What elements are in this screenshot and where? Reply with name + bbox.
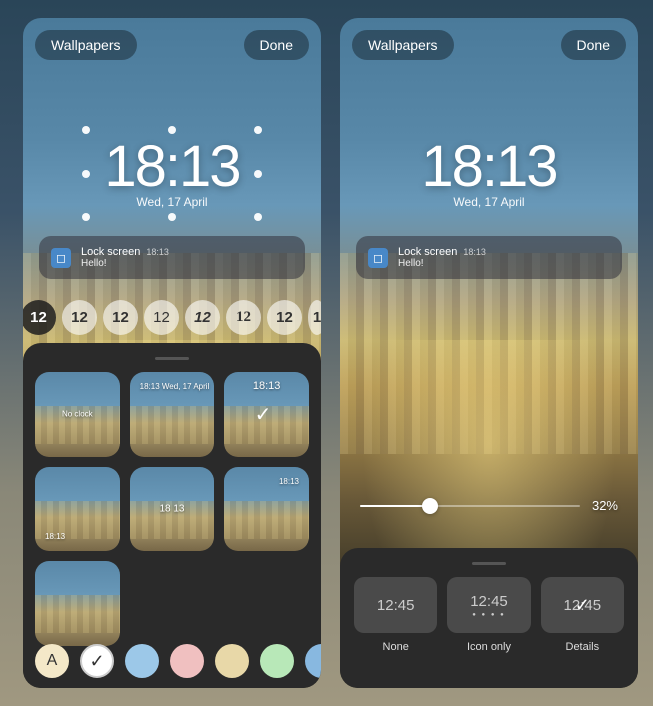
handle-right-center[interactable] xyxy=(254,170,262,178)
font-option[interactable]: 1 xyxy=(308,300,321,335)
notification-style-row: 12:45 None 12:45 ● ● ● ● Icon only 12:45… xyxy=(354,577,624,653)
phone-right-preview: Wallpapers Done 18:13 Wed, 17 April ◻ Lo… xyxy=(340,18,638,688)
clock-style-panel: No clock 18:13 Wed, 17 April 18:13 ✓ 18:1… xyxy=(23,343,321,688)
handle-top-right[interactable] xyxy=(254,126,262,134)
noti-preview: 12:45 ✓ xyxy=(541,577,624,633)
topbar: Wallpapers Done xyxy=(352,30,626,60)
handle-top-center[interactable] xyxy=(168,126,176,134)
clock-time: 18:13 xyxy=(340,133,638,200)
handle-bottom-right[interactable] xyxy=(254,213,262,221)
notification-app-name: Lock screen xyxy=(81,246,140,258)
clock-layout-grid: No clock 18:13 Wed, 17 April 18:13 ✓ 18:1… xyxy=(35,372,309,646)
font-option[interactable]: 12 xyxy=(185,300,220,335)
topbar: Wallpapers Done xyxy=(35,30,309,60)
notification-style-panel: 12:45 None 12:45 ● ● ● ● Icon only 12:45… xyxy=(340,548,638,688)
font-option[interactable]: 12 xyxy=(62,300,97,335)
notification-body: Lock screen 18:13 Hello! xyxy=(81,246,293,269)
font-option[interactable]: 12 xyxy=(267,300,302,335)
noti-preview: 12:45 ● ● ● ● xyxy=(447,577,530,633)
font-option[interactable]: 12 xyxy=(23,300,56,335)
clock-resize-handles[interactable] xyxy=(82,126,262,221)
slider-fill xyxy=(360,505,430,507)
noti-style-details[interactable]: 12:45 ✓ Details xyxy=(541,577,624,653)
layout-option[interactable] xyxy=(35,561,120,646)
layout-option[interactable]: 18:13 xyxy=(224,467,309,552)
panel-drag-handle[interactable] xyxy=(155,357,189,360)
done-button[interactable]: Done xyxy=(561,30,626,60)
notification-app-name: Lock screen xyxy=(398,246,457,258)
notification-app-icon: ◻ xyxy=(51,248,71,268)
noti-preview-time: 12:45 xyxy=(377,597,415,614)
noti-style-icon-only[interactable]: 12:45 ● ● ● ● Icon only xyxy=(447,577,530,653)
slider-track[interactable] xyxy=(360,505,580,507)
layout-option[interactable]: 18:13 Wed, 17 April xyxy=(130,372,215,457)
color-option-tan[interactable] xyxy=(215,644,249,678)
notification-app-icon: ◻ xyxy=(368,248,388,268)
color-row: A ✓ xyxy=(35,644,321,678)
phone-left-preview: Wallpapers Done 18:13 Wed, 17 April ◻ Lo… xyxy=(23,18,321,688)
color-option-pink[interactable] xyxy=(170,644,204,678)
opacity-slider[interactable]: 32% xyxy=(360,498,618,513)
layout-label: No clock xyxy=(62,410,93,419)
notification-card[interactable]: ◻ Lock screen 18:13 Hello! xyxy=(356,236,622,279)
wallpapers-button[interactable]: Wallpapers xyxy=(35,30,137,60)
noti-style-none[interactable]: 12:45 None xyxy=(354,577,437,653)
noti-preview-time: 12:45 xyxy=(470,593,508,610)
color-option-blue2[interactable] xyxy=(305,644,321,678)
color-option-custom[interactable]: A xyxy=(35,644,69,678)
check-icon: ✓ xyxy=(255,402,279,426)
clock-font-strip[interactable]: 12 12 12 12 12 12 12 1 xyxy=(23,300,321,335)
notification-card[interactable]: ◻ Lock screen 18:13 Hello! xyxy=(39,236,305,279)
noti-style-label: None xyxy=(383,641,409,653)
layout-option[interactable]: No clock xyxy=(35,372,120,457)
noti-style-label: Icon only xyxy=(467,641,511,653)
layout-option[interactable]: 18:13 ✓ xyxy=(224,372,309,457)
layout-label: 18 13 xyxy=(159,504,184,515)
done-button[interactable]: Done xyxy=(244,30,309,60)
layout-label: 18:13 xyxy=(253,380,281,392)
layout-label: 18:13 xyxy=(279,477,299,486)
notification-text: Hello! xyxy=(398,258,610,269)
font-option[interactable]: 12 xyxy=(144,300,179,335)
clock-date: Wed, 17 April xyxy=(340,195,638,209)
notification-text: Hello! xyxy=(81,258,293,269)
check-icon: ✓ xyxy=(575,595,590,616)
font-option[interactable]: 12 xyxy=(226,300,261,335)
noti-style-label: Details xyxy=(566,641,600,653)
handle-left-center[interactable] xyxy=(82,170,90,178)
layout-option[interactable]: 18:13 xyxy=(35,467,120,552)
notification-body: Lock screen 18:13 Hello! xyxy=(398,246,610,269)
slider-thumb[interactable] xyxy=(422,498,438,514)
handle-bottom-left[interactable] xyxy=(82,213,90,221)
slider-value: 32% xyxy=(592,498,618,513)
notification-time: 18:13 xyxy=(463,247,486,257)
layout-label: 18:13 xyxy=(45,532,65,541)
font-option[interactable]: 12 xyxy=(103,300,138,335)
color-option-green[interactable] xyxy=(260,644,294,678)
wallpapers-button[interactable]: Wallpapers xyxy=(352,30,454,60)
handle-bottom-center[interactable] xyxy=(168,213,176,221)
notification-time: 18:13 xyxy=(146,247,169,257)
layout-option[interactable]: 18 13 xyxy=(130,467,215,552)
panel-drag-handle[interactable] xyxy=(472,562,506,565)
noti-preview-icons: ● ● ● ● xyxy=(472,612,506,618)
handle-top-left[interactable] xyxy=(82,126,90,134)
lockscreen-clock: 18:13 Wed, 17 April xyxy=(340,133,638,209)
noti-preview: 12:45 xyxy=(354,577,437,633)
color-option-white[interactable]: ✓ xyxy=(80,644,114,678)
color-option-blue[interactable] xyxy=(125,644,159,678)
layout-label: 18:13 Wed, 17 April xyxy=(140,382,210,391)
